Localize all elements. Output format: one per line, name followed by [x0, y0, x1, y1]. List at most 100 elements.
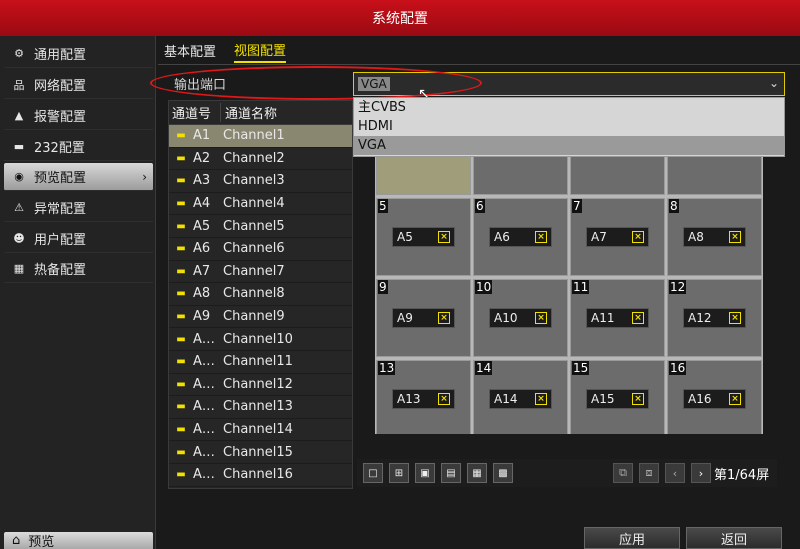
view-cell[interactable]: 14 A14 × — [473, 360, 568, 434]
view-cell[interactable]: 13 A13 × — [376, 360, 471, 434]
table-row[interactable]: ▬ A… Channel15 — [169, 441, 352, 464]
cell-channel-tag: A15 × — [586, 389, 649, 409]
table-row[interactable]: ▬ A3 Channel3 — [169, 170, 352, 193]
view-cell[interactable]: 11 A11 × — [570, 279, 665, 357]
cell-channel-label: A8 — [688, 230, 704, 244]
table-row[interactable]: ▬ A9 Channel9 — [169, 306, 352, 329]
preview-label: 预览 — [28, 535, 55, 549]
view-cell[interactable]: 5 A5 × — [376, 198, 471, 276]
view-cell[interactable]: 16 A16 × — [667, 360, 762, 434]
dropdown-option[interactable]: 主CVBS — [354, 98, 784, 117]
clear-view-icon[interactable]: ⧈ — [639, 463, 659, 483]
camera-icon: ▬ — [176, 130, 186, 142]
view-cell[interactable]: 12 A12 × — [667, 279, 762, 357]
layout-3x3-icon[interactable]: ▦ — [467, 463, 487, 483]
view-cell[interactable] — [570, 157, 665, 195]
channel-name: Channel5 — [223, 218, 285, 234]
channel-number: A… — [193, 467, 215, 483]
cell-channel-tag: A5 × — [392, 227, 455, 247]
table-row[interactable]: ▬ A… Channel16 — [169, 464, 352, 487]
sidebar-item[interactable]: ▦ 热备配置 — [4, 255, 153, 283]
view-cell[interactable]: 6 A6 × — [473, 198, 568, 276]
layout-1plus5-icon[interactable]: ▣ — [415, 463, 435, 483]
view-cell[interactable]: 10 A10 × — [473, 279, 568, 357]
sidebar-item[interactable]: 品网络配置 — [4, 71, 153, 99]
chevron-down-icon[interactable]: ⌄ — [769, 76, 779, 90]
sidebar-item[interactable]: ▲ 报警配置 — [4, 102, 153, 130]
table-row[interactable]: ▬ A4 Channel4 — [169, 193, 352, 216]
close-icon[interactable]: × — [729, 231, 741, 243]
tab-basic-config[interactable]: 基本配置 — [164, 41, 216, 62]
close-icon[interactable]: × — [535, 231, 547, 243]
dropdown-option[interactable]: VGA — [354, 136, 784, 155]
prev-page-button[interactable]: ‹ — [665, 463, 685, 483]
table-row[interactable]: ▬ A… Channel11 — [169, 351, 352, 374]
set-view-icon[interactable]: ⧉ — [613, 463, 633, 483]
cell-number: 8 — [669, 199, 679, 213]
cell-channel-label: A12 — [688, 311, 712, 325]
table-row[interactable]: ▬ A8 Channel8 — [169, 283, 352, 306]
sidebar-item[interactable]: ⚙ 通用配置 — [4, 40, 153, 68]
table-row[interactable]: ▬ A7 Channel7 — [169, 261, 352, 284]
close-icon[interactable]: × — [535, 312, 547, 324]
cell-channel-tag: A13 × — [392, 389, 455, 409]
cell-channel-label: A11 — [591, 311, 615, 325]
view-cell[interactable] — [473, 157, 568, 195]
close-icon[interactable]: × — [729, 312, 741, 324]
tab-bar: 基本配置 视图配置 — [164, 38, 287, 64]
cell-channel-tag: A10 × — [489, 308, 552, 328]
layout-1plus7-icon[interactable]: ▤ — [441, 463, 461, 483]
close-icon[interactable]: × — [632, 393, 644, 405]
layout-2x2-icon[interactable]: ⊞ — [389, 463, 409, 483]
sidebar-item[interactable]: ☻ 用户配置 — [4, 225, 153, 253]
preview-button[interactable]: ⌂ 预览 — [4, 532, 153, 549]
channel-table-header: 通道号 通道名称 — [169, 101, 352, 125]
close-icon[interactable]: × — [632, 231, 644, 243]
next-page-button[interactable]: › — [691, 463, 711, 483]
view-cell[interactable] — [667, 157, 762, 195]
view-cell[interactable]: 8 A8 × — [667, 198, 762, 276]
channel-name: Channel4 — [223, 196, 285, 212]
sidebar-item[interactable]: ⚠ 异常配置 — [4, 194, 153, 222]
sidebar-item[interactable]: ▬ 232配置 — [4, 133, 153, 161]
output-port-select[interactable]: VGA ⌄ — [353, 72, 785, 96]
back-button[interactable]: 返回 — [686, 527, 782, 549]
table-row[interactable]: ▬ A… Channel10 — [169, 328, 352, 351]
view-cell[interactable] — [376, 157, 471, 195]
tab-view-config[interactable]: 视图配置 — [234, 40, 287, 63]
camera-icon: ▬ — [176, 446, 186, 458]
dropdown-option[interactable]: HDMI — [354, 117, 784, 136]
users-icon: ☻ — [13, 232, 25, 245]
cell-channel-label: A9 — [397, 311, 413, 325]
channel-name: Channel14 — [223, 422, 293, 438]
close-icon[interactable]: × — [535, 393, 547, 405]
table-row[interactable]: ▬ A5 Channel5 — [169, 215, 352, 238]
close-icon[interactable]: × — [729, 393, 741, 405]
camera-icon: ▬ — [176, 220, 186, 232]
sidebar-item-label: 232配置 — [34, 141, 85, 156]
channel-name: Channel8 — [223, 286, 285, 302]
sidebar-item[interactable]: ◉ 预览配置 › — [4, 163, 153, 191]
cell-number: 15 — [572, 361, 590, 375]
cell-number: 13 — [378, 361, 396, 375]
layout-4x4-icon[interactable]: ▩ — [493, 463, 513, 483]
view-cell[interactable]: 7 A7 × — [570, 198, 665, 276]
table-row[interactable]: ▬ A2 Channel2 — [169, 148, 352, 171]
layout-1x1-icon[interactable]: □ — [363, 463, 383, 483]
channel-number: A… — [193, 422, 215, 438]
table-row[interactable]: ▬ A6 Channel6 — [169, 238, 352, 261]
sidebar: ⚙ 通用配置品网络配置 ▲ 报警配置 ▬ 232配置 ◉ 预览配置 › ⚠ 异常配置 ☻ 用户配置 ▦ 热备… — [0, 36, 156, 549]
channel-name: Channel11 — [223, 354, 293, 370]
close-icon[interactable]: × — [632, 312, 644, 324]
table-row[interactable]: ▬ A… Channel13 — [169, 396, 352, 419]
apply-button[interactable]: 应用 — [584, 527, 680, 549]
table-row[interactable]: ▬ A1 Channel1 — [169, 125, 352, 148]
close-icon[interactable]: × — [438, 312, 450, 324]
table-row[interactable]: ▬ A… Channel12 — [169, 374, 352, 397]
view-cell[interactable]: 15 A15 × — [570, 360, 665, 434]
cell-channel-tag: A12 × — [683, 308, 746, 328]
close-icon[interactable]: × — [438, 231, 450, 243]
close-icon[interactable]: × — [438, 393, 450, 405]
view-cell[interactable]: 9 A9 × — [376, 279, 471, 357]
table-row[interactable]: ▬ A… Channel14 — [169, 419, 352, 442]
